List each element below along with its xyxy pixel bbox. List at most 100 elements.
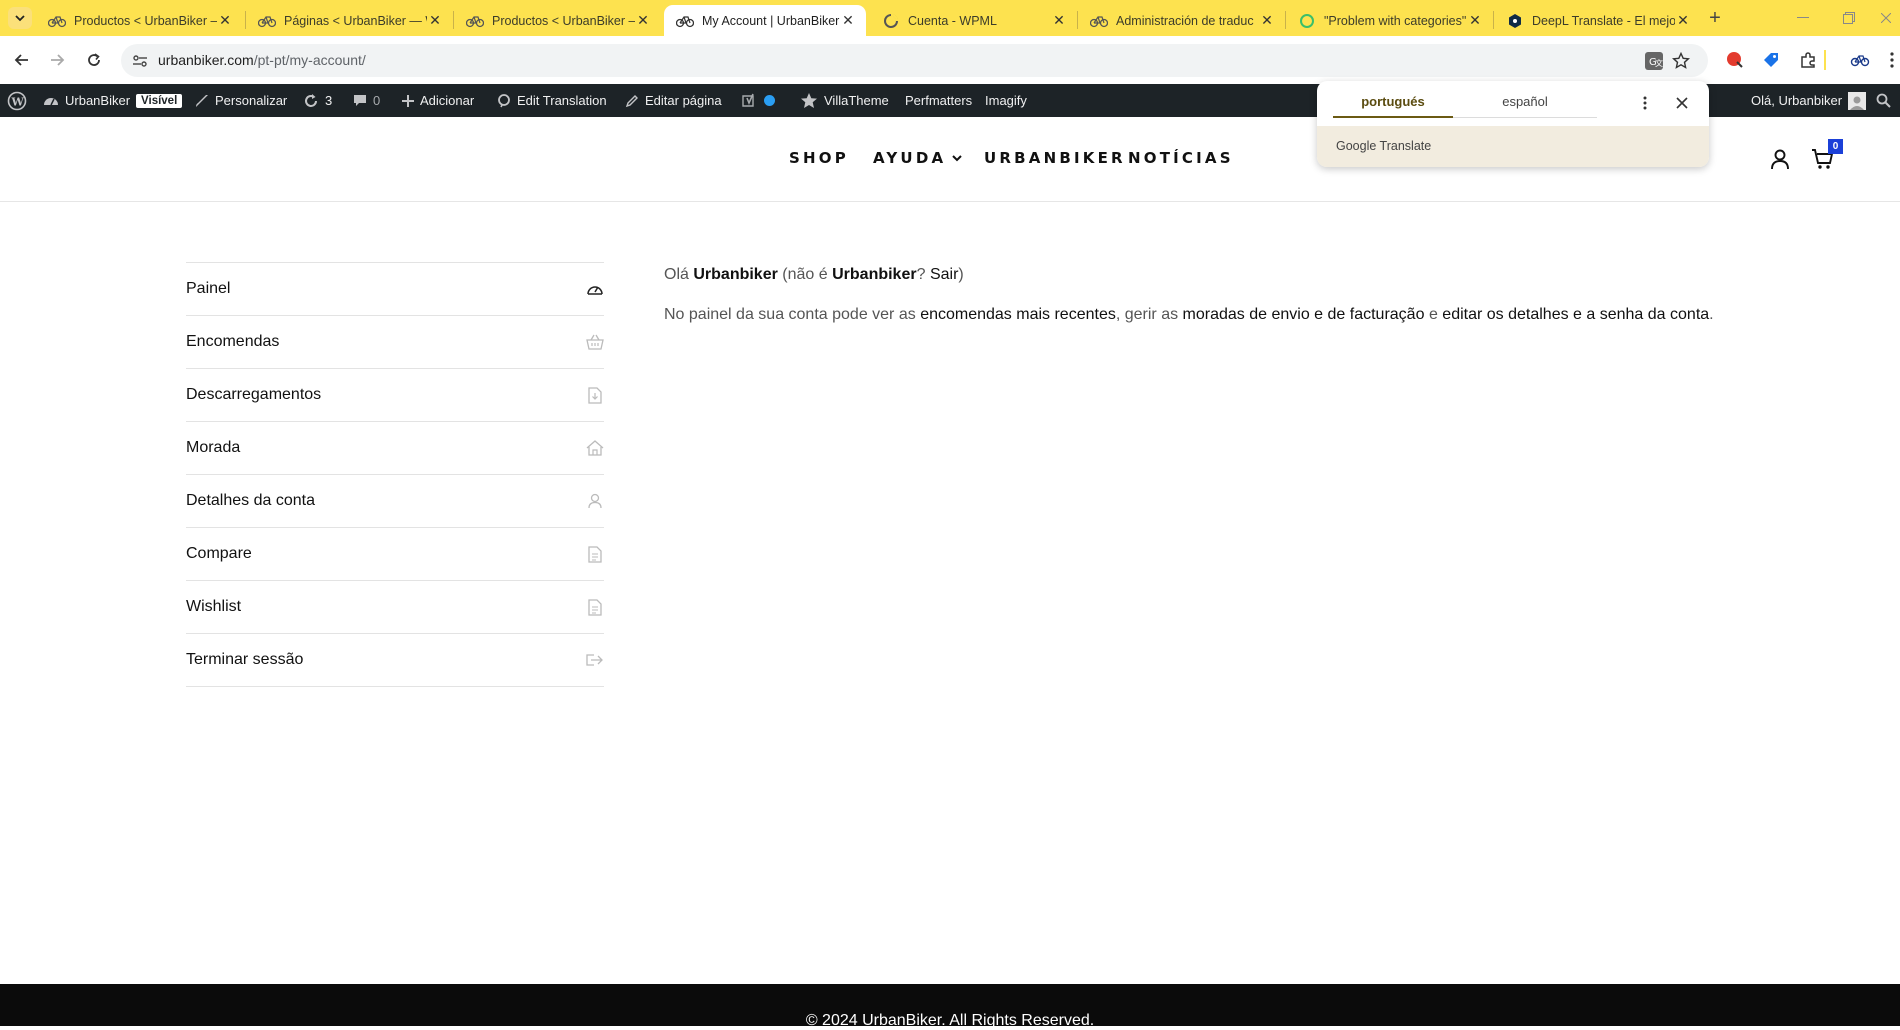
close-icon[interactable]: ✕: [1467, 12, 1483, 29]
window-close-button[interactable]: [1872, 0, 1900, 36]
restore-button[interactable]: [1826, 0, 1872, 36]
greeting-question-mark: ?: [916, 266, 926, 283]
adminbar-perfmatters[interactable]: Perfmatters: [905, 84, 972, 117]
close-icon[interactable]: [1671, 92, 1693, 114]
adminbar-customize[interactable]: Personalizar: [195, 84, 287, 117]
close-icon[interactable]: ✕: [1675, 12, 1691, 29]
url-text[interactable]: urbanbiker.com/pt-pt/my-account/: [158, 52, 366, 68]
account-nav-detalhes[interactable]: Detalhes da conta: [186, 475, 604, 528]
browser-menu-icon[interactable]: [1884, 48, 1900, 72]
nav-noticias-label: NOTÍCIAS: [1128, 149, 1234, 167]
browser-tab[interactable]: DeepL Translate - El mejo ✕: [1494, 5, 1701, 36]
browser-tab[interactable]: "Problem with categories" ✕: [1286, 5, 1493, 36]
close-icon[interactable]: ✕: [1051, 12, 1067, 29]
adminbar-updates[interactable]: 3: [303, 84, 332, 117]
close-icon: [1881, 13, 1891, 23]
translate-tab-spanish[interactable]: español: [1453, 94, 1597, 109]
star-icon: [801, 92, 817, 108]
adminbar-edit-translation[interactable]: Edit Translation: [497, 84, 607, 117]
adminbar-my-account[interactable]: Olá, Urbanbiker: [1751, 84, 1867, 117]
close-icon[interactable]: ✕: [635, 12, 651, 29]
new-tab-button[interactable]: +: [1703, 7, 1727, 29]
tab-divider: [1453, 117, 1597, 118]
pencil-icon: [625, 94, 638, 107]
browser-tab[interactable]: Páginas < UrbanBiker — W ✕: [246, 5, 453, 36]
account-nav-compare[interactable]: Compare: [186, 528, 604, 581]
address-bar[interactable]: urbanbiker.com/pt-pt/my-account/ G文: [121, 44, 1708, 77]
account-nav-morada[interactable]: Morada: [186, 422, 604, 475]
google-translate-brand: Google Translate: [1336, 139, 1432, 153]
brush-icon: [196, 94, 208, 107]
active-tab-indicator: [1333, 116, 1453, 118]
account-nav-painel[interactable]: Painel: [186, 263, 604, 316]
logout-link[interactable]: Sair: [930, 266, 958, 283]
adminbar-edit-page[interactable]: Editar página: [625, 84, 722, 117]
account-nav-descarregamentos[interactable]: Descarregamentos: [186, 369, 604, 422]
add-new-label: Adicionar: [420, 93, 475, 108]
account-nav-label: Morada: [186, 439, 241, 456]
extension-tag-icon[interactable]: [1759, 48, 1783, 72]
tab-search-button[interactable]: [8, 7, 32, 29]
more-options-icon[interactable]: [1634, 92, 1656, 114]
plus-icon: [402, 94, 414, 107]
account-user-icon[interactable]: [1766, 145, 1794, 173]
recent-orders-link[interactable]: encomendas mais recentes: [920, 306, 1116, 323]
account-nav-label: Terminar sessão: [186, 651, 304, 668]
tab-title: My Account | UrbanBiker: [702, 13, 840, 28]
dashboard-text: , gerir as: [1115, 306, 1179, 323]
adminbar-villatheme[interactable]: VillaTheme: [800, 84, 889, 117]
minimize-button[interactable]: [1780, 0, 1826, 36]
avatar: [1848, 91, 1867, 110]
svg-text:文: 文: [1655, 58, 1663, 68]
close-icon[interactable]: ✕: [427, 12, 443, 29]
adminbar-add-new[interactable]: Adicionar: [402, 84, 474, 117]
extensions-puzzle-icon[interactable]: [1796, 48, 1820, 72]
back-button[interactable]: [10, 48, 34, 72]
adminbar-yoast[interactable]: [740, 84, 775, 117]
nav-ayuda[interactable]: AYUDA: [873, 149, 962, 167]
dashboard-description: No painel da sua conta pode ver as encom…: [664, 304, 1764, 326]
profile-bike-icon[interactable]: [1848, 48, 1872, 72]
browser-tab[interactable]: Cuenta - WPML ✕: [870, 5, 1077, 36]
bookmark-star-icon[interactable]: [1669, 50, 1693, 72]
bike-icon: [258, 12, 276, 30]
browser-tab[interactable]: Administración de traduc ✕: [1078, 5, 1285, 36]
translate-page-icon[interactable]: G文: [1642, 50, 1666, 72]
greeting-mid-text: (não é: [782, 266, 828, 283]
adminbar-comments[interactable]: 0: [353, 84, 380, 117]
account-details-link[interactable]: editar os detalhes e a senha da conta: [1442, 306, 1709, 323]
browser-tab[interactable]: Productos < UrbanBiker — ✕: [454, 5, 661, 36]
addresses-link[interactable]: moradas de envio e de facturação: [1183, 306, 1425, 323]
translate-tab-portuguese[interactable]: portugués: [1333, 94, 1453, 109]
updates-icon: [305, 93, 317, 107]
site-info-icon[interactable]: [129, 50, 151, 72]
adminbar-search-icon[interactable]: [1876, 84, 1891, 117]
close-icon[interactable]: ✕: [217, 12, 233, 29]
adminbar-imagify[interactable]: Imagify: [985, 84, 1027, 117]
forward-button[interactable]: [45, 48, 69, 72]
greeting-paragraph: Olá Urbanbiker (não é Urbanbiker? Sair): [664, 264, 1764, 286]
browser-tab-active[interactable]: My Account | UrbanBiker ✕: [664, 5, 866, 36]
dashboard-text: No painel da sua conta pode ver as: [664, 306, 916, 323]
greeting-prefix: Olá: [664, 266, 689, 283]
close-icon[interactable]: ✕: [840, 12, 856, 29]
greeting-end: ): [958, 266, 964, 283]
tab-title: Páginas < UrbanBiker — W: [284, 13, 427, 28]
customize-label: Personalizar: [215, 93, 288, 108]
wordpress-logo-icon[interactable]: W: [7, 84, 27, 117]
nav-noticias[interactable]: NOTÍCIAS: [1128, 149, 1234, 167]
reload-button[interactable]: [82, 48, 106, 72]
site-footer: © 2024 UrbanBiker. All Rights Reserved.: [0, 984, 1900, 1029]
seo-status-dot: [764, 95, 775, 106]
adminbar-site-name[interactable]: UrbanBiker Visível: [43, 84, 183, 117]
account-nav-logout[interactable]: Terminar sessão: [186, 634, 604, 687]
close-icon[interactable]: ✕: [1259, 12, 1275, 29]
document-icon: [586, 598, 604, 616]
account-nav-wishlist[interactable]: Wishlist: [186, 581, 604, 634]
cart-button[interactable]: 0: [1809, 139, 1843, 173]
extension-red-icon[interactable]: [1723, 48, 1747, 72]
browser-tab[interactable]: Productos < UrbanBiker — ✕: [36, 5, 243, 36]
nav-shop[interactable]: SHOP: [789, 149, 849, 167]
nav-urbanbiker[interactable]: URBANBIKER: [984, 149, 1126, 167]
account-nav-encomendas[interactable]: Encomendas: [186, 316, 604, 369]
